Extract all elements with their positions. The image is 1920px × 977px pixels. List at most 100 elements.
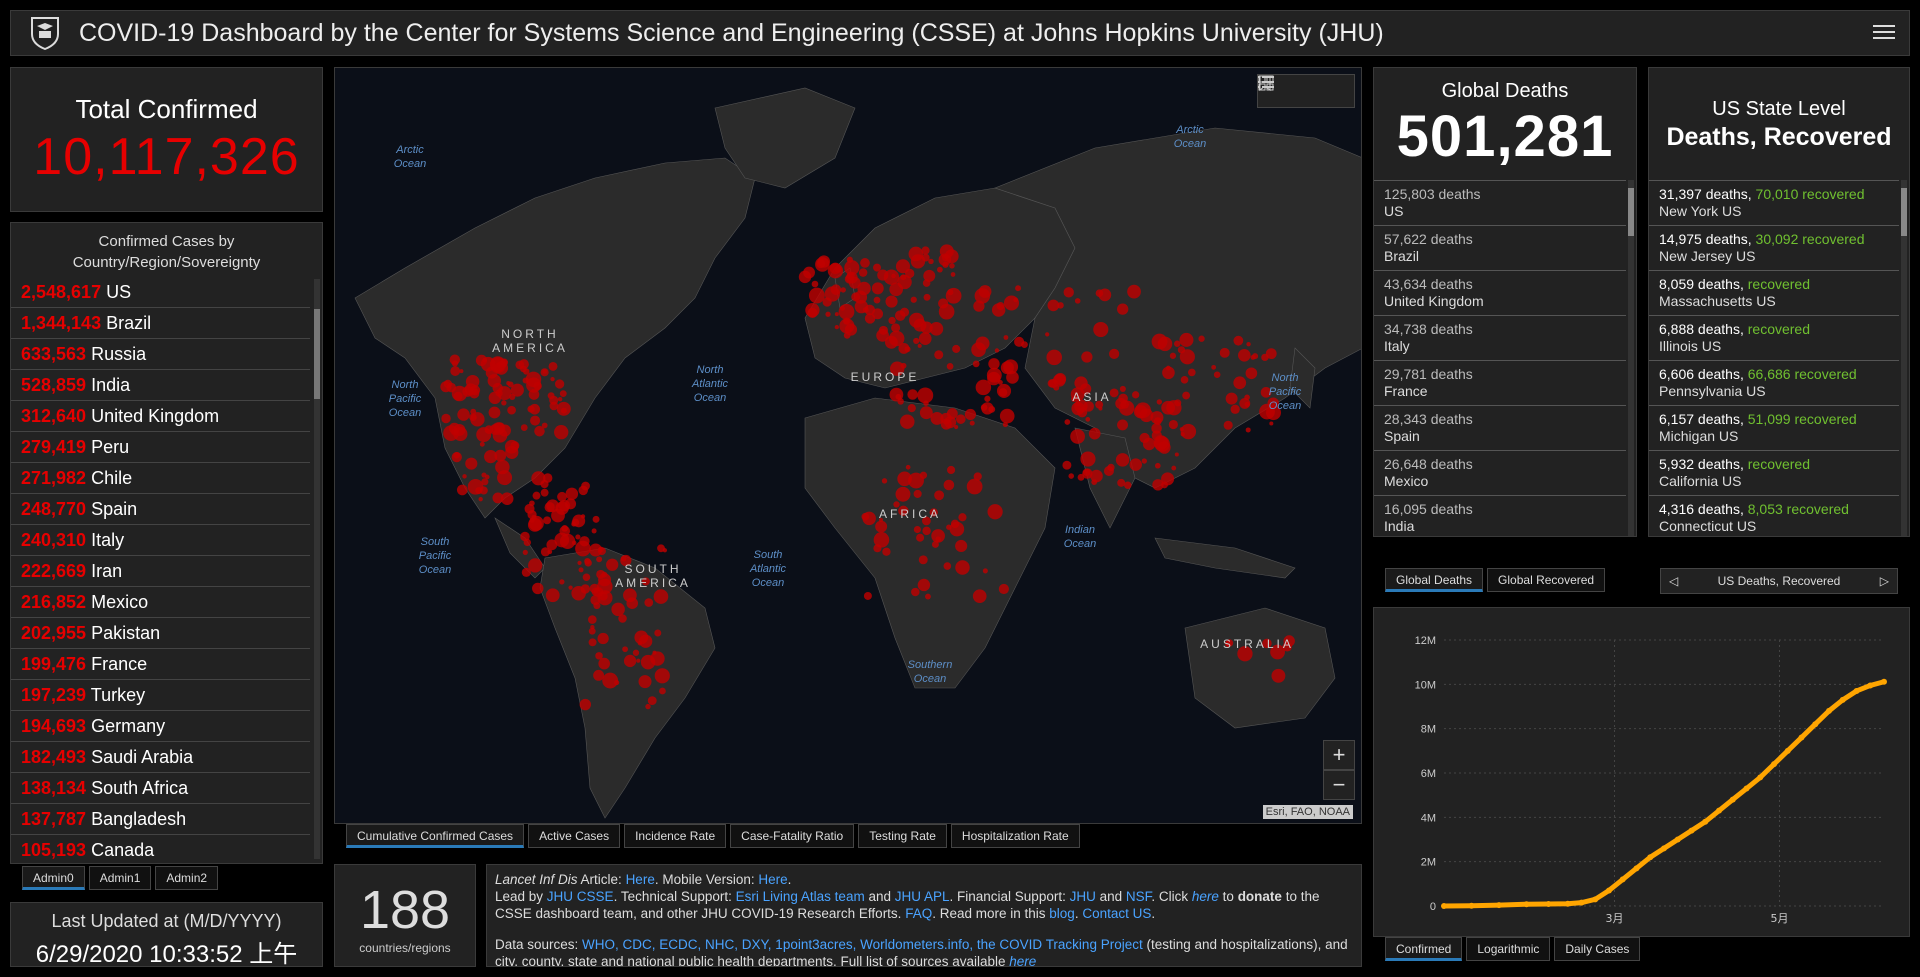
deaths-list-item[interactable]: 125,803 deaths US [1374,180,1626,225]
case-bubble[interactable] [1225,392,1238,405]
case-bubble[interactable] [1141,458,1147,464]
case-bubble[interactable] [451,360,459,367]
donate-here-link[interactable]: here [1192,889,1219,904]
tab-map-layer-2[interactable]: Incidence Rate [624,824,727,848]
case-bubble[interactable] [972,589,987,604]
case-bubble[interactable] [1245,427,1251,433]
case-bubble[interactable] [938,253,952,266]
case-bubble[interactable] [506,381,511,386]
case-bubble[interactable] [592,515,600,523]
case-bubble[interactable] [1233,335,1244,346]
case-bubble[interactable] [848,276,861,289]
state-list-item[interactable]: 6,888 deaths, recovered Illinois US [1649,315,1899,360]
country-list-item[interactable]: 137,787 Bangladesh [11,804,310,835]
case-bubble[interactable] [1265,348,1277,360]
case-bubble[interactable] [654,668,670,684]
case-bubble[interactable] [606,558,619,571]
tab-deaths-1[interactable]: Global Recovered [1487,568,1606,592]
case-bubble[interactable] [807,307,818,319]
case-bubble[interactable] [579,536,590,547]
case-bubble[interactable] [640,654,656,670]
case-bubble[interactable] [969,420,975,426]
case-bubble[interactable] [1063,287,1074,298]
case-bubble[interactable] [966,478,983,495]
country-list-item[interactable]: 248,770 Spain [11,494,310,525]
case-bubble[interactable] [469,413,477,422]
case-bubble[interactable] [1074,298,1081,304]
case-bubble[interactable] [510,383,524,397]
case-bubble[interactable] [1095,289,1104,298]
case-bubble[interactable] [1046,349,1062,366]
case-bubble[interactable] [555,501,569,515]
confirmed-point[interactable] [1688,827,1695,834]
list-icon[interactable] [1258,75,1322,107]
tab-admin-0[interactable]: Admin0 [22,866,85,890]
confirmed-series-line[interactable] [1441,679,1887,909]
case-bubble[interactable] [1223,420,1233,430]
tab-map-layer-5[interactable]: Hospitalization Rate [950,824,1080,848]
case-bubble[interactable] [488,406,501,419]
tab-deaths-0[interactable]: Global Deaths [1385,568,1484,592]
world-map[interactable]: Arctic Ocean Arctic Ocean North Pacific Ocean N… [334,67,1362,824]
case-bubble[interactable] [653,589,669,604]
country-list-item[interactable]: 633,563 Russia [11,339,310,370]
state-list-item[interactable]: 6,157 deaths, 51,099 recovered Michigan U… [1649,405,1899,450]
case-bubble[interactable] [1082,468,1093,479]
tab-map-layer-0[interactable]: Cumulative Confirmed Cases [346,824,525,848]
case-bubble[interactable] [637,640,643,646]
case-bubble[interactable] [1003,295,1020,311]
case-bubble[interactable] [1179,427,1184,432]
case-bubble[interactable] [1002,422,1008,428]
case-bubble[interactable] [1245,367,1258,380]
case-bubble[interactable] [1093,321,1109,338]
case-bubble[interactable] [922,526,931,536]
case-bubble[interactable] [923,293,931,301]
case-bubble[interactable] [457,408,470,421]
confirmed-point[interactable] [1867,682,1874,689]
case-bubble[interactable] [1219,347,1230,358]
case-bubble[interactable] [488,391,502,405]
case-bubble[interactable] [839,318,855,334]
case-bubble[interactable] [638,675,652,689]
prev-page-icon[interactable]: ◁ [1661,574,1686,588]
blog-link[interactable]: blog [1049,906,1075,921]
case-bubble[interactable] [1021,341,1028,349]
case-bubble[interactable] [900,414,915,429]
case-bubble[interactable] [482,357,488,363]
case-bubble[interactable] [871,282,884,295]
tab-map-layer-4[interactable]: Testing Rate [858,824,947,848]
case-bubble[interactable] [1238,348,1251,362]
states-scrollbar[interactable] [1901,180,1907,536]
case-bubble[interactable] [1119,385,1126,392]
deaths-list-item[interactable]: 43,634 deaths United Kingdom [1374,270,1626,315]
state-list-item[interactable]: 14,975 deaths, 30,092 recovered New Jerse… [1649,225,1899,270]
confirmed-point[interactable] [1647,854,1654,861]
country-list-item[interactable]: 216,852 Mexico [11,587,310,618]
case-bubble[interactable] [602,672,619,689]
case-bubble[interactable] [1120,400,1130,409]
jhu-link[interactable]: JHU [1070,889,1096,904]
case-bubble[interactable] [889,387,904,402]
case-bubble[interactable] [578,567,584,573]
zoom-out-button[interactable]: − [1323,770,1355,800]
case-bubble[interactable] [1156,399,1163,405]
case-bubble[interactable] [593,602,601,610]
confirmed-point[interactable] [1633,865,1640,872]
case-bubble[interactable] [557,396,563,402]
faq-link[interactable]: FAQ [905,906,932,921]
case-bubble[interactable] [986,367,1002,383]
case-bubble[interactable] [500,492,514,506]
case-bubble[interactable] [560,407,567,414]
case-bubble[interactable] [622,646,628,653]
country-list-item[interactable]: 182,493 Saudi Arabia [11,742,310,773]
case-bubble[interactable] [481,472,487,478]
case-bubble[interactable] [565,487,579,501]
case-bubble[interactable] [1117,478,1126,487]
case-bubble[interactable] [1168,419,1178,430]
confirmed-point[interactable] [1826,707,1832,714]
case-bubble[interactable] [873,296,881,304]
mobile-version-link[interactable]: Here [758,872,787,887]
case-bubble[interactable] [883,269,900,285]
country-list-item[interactable]: 194,693 Germany [11,711,310,742]
confirmed-point[interactable] [1716,807,1722,814]
